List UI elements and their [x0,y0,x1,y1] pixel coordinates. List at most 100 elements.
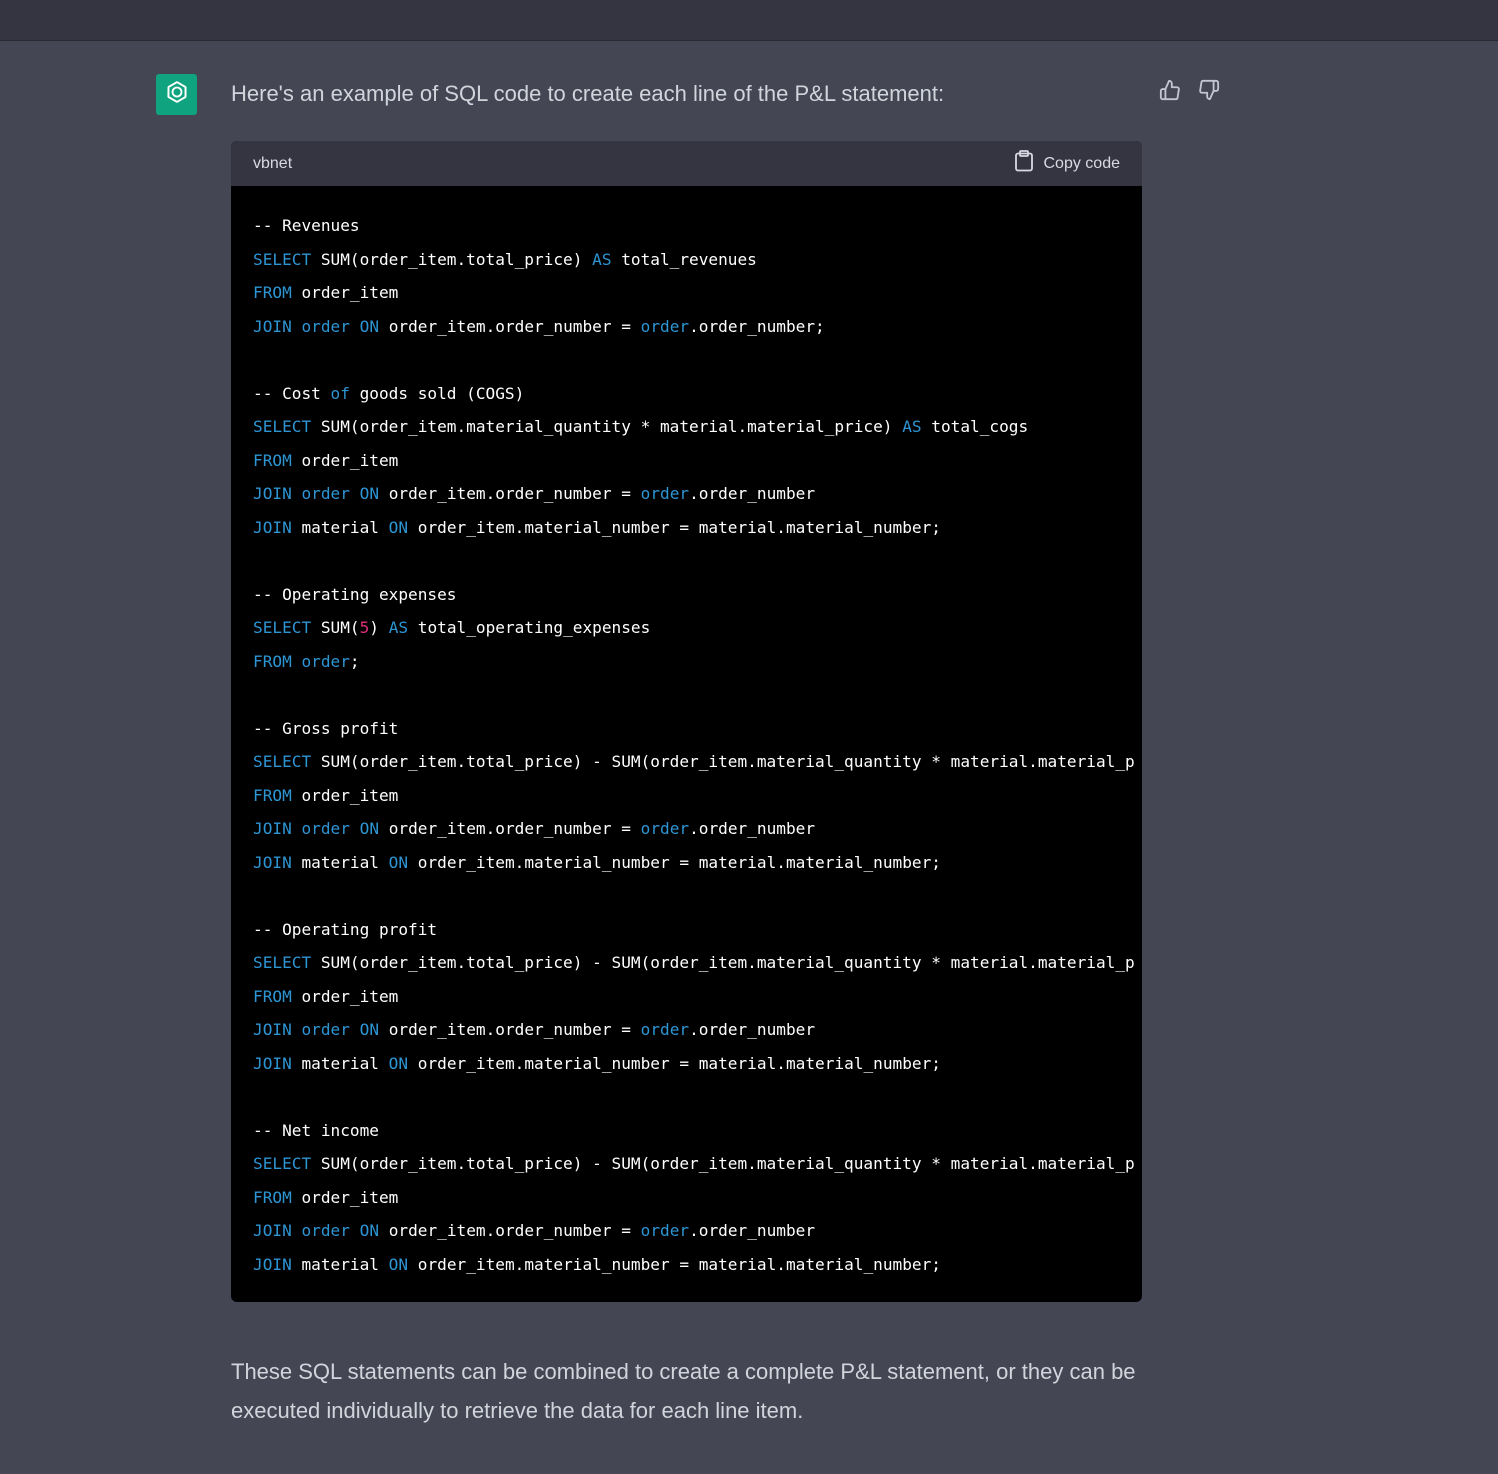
code-line: JOIN order ON order_item.order_number = … [253,812,1142,846]
code-token: order_item [291,986,399,1006]
code-keyword: order [640,1020,690,1039]
code-keyword: SELECT [253,752,312,771]
code-line: JOIN material ON order_item.material_num… [253,1248,1142,1282]
thumbs-up-icon [1159,79,1181,106]
code-token: order_item [291,785,399,805]
code-keyword: JOIN [253,517,292,537]
code-token: .order_number [689,484,816,503]
code-keyword: FROM [253,785,292,805]
code-token: material [291,1254,389,1274]
code-keyword: ON [359,484,380,503]
code-keyword: of [330,383,350,403]
code-block-header: vbnet Copy code [231,141,1142,186]
code-token: .order_number [689,1020,816,1039]
openai-logo-icon [163,78,191,111]
code-line: -- Net income [253,1114,1142,1148]
message-intro: Here's an example of SQL code to create … [231,81,945,106]
code-line: FROM order; [253,645,1142,679]
code-keyword: ON [359,819,380,838]
code-token: order_item.order_number = [379,316,641,336]
code-token: -- Cost [253,383,331,403]
code-keyword: AS [902,417,922,436]
copy-code-button[interactable]: Copy code [1014,150,1121,177]
code-block: vbnet Copy code -- Revenues SELECT SUM(or… [231,141,1142,1302]
code-token: goods sold (COGS) [349,383,525,403]
code-keyword: AS [592,249,612,269]
code-keyword: order [640,819,690,838]
code-token: order_item [291,450,399,470]
code-token: material [291,852,389,872]
code-keyword: SELECT [253,1154,312,1173]
code-keyword: JOIN [253,852,292,872]
code-line: -- Gross profit [253,712,1142,746]
code-line: JOIN order ON order_item.order_number = … [253,310,1142,344]
code-line: JOIN material ON order_item.material_num… [253,846,1142,880]
code-keyword: JOIN [253,1254,292,1274]
code-keyword: SELECT [253,417,312,436]
code-keyword: order [301,1221,350,1240]
code-keyword: JOIN [253,1221,292,1240]
code-keyword: SELECT [253,953,312,972]
code-keyword: order [301,484,350,503]
code-line: SELECT SUM(order_item.total_price) - SUM… [253,1147,1142,1181]
code-language-label: vbnet [253,154,293,172]
code-line: SELECT SUM(order_item.material_quantity … [253,410,1142,444]
code-line: -- Revenues [253,209,1142,243]
code-keyword: ON [388,1053,409,1073]
code-keyword: ON [359,1020,380,1039]
code-token: order_item.material_number = material.ma… [408,1053,941,1073]
code-keyword: FROM [253,986,292,1006]
code-token: material [291,1053,389,1073]
code-keyword: order [301,316,350,336]
code-token: SUM(order_item.total_price) - SUM(order_… [311,953,1135,972]
code-line: -- Operating expenses [253,578,1142,612]
code-token: total_operating_expenses [408,618,651,637]
code-keyword: FROM [253,283,292,302]
code-keyword: order [301,1020,350,1039]
code-token: ) [369,618,389,637]
code-token: order_item.material_number = material.ma… [408,852,941,872]
code-line: FROM order_item [253,276,1142,310]
code-token: order_item.order_number = [379,1020,641,1039]
assistant-avatar [156,74,197,115]
clipboard-icon [1014,150,1034,177]
code-line: SELECT SUM(order_item.total_price) - SUM… [253,946,1142,980]
code-line: SELECT SUM(5) AS total_operating_expense… [253,611,1142,645]
copy-code-label: Copy code [1043,154,1121,172]
code-token: order_item.order_number = [379,819,641,838]
thumbs-down-button[interactable] [1195,78,1223,106]
code-token: SUM(order_item.total_price) [311,249,593,269]
code-keyword: SELECT [253,249,312,269]
code-keyword: SELECT [253,618,312,637]
code-token: -- Revenues [253,216,360,235]
code-keyword: JOIN [253,819,292,838]
code-token: .order_number; [689,316,825,336]
code-number: 5 [359,618,370,637]
code-line: SELECT SUM(order_item.total_price) AS to… [253,243,1142,277]
code-line: FROM order_item [253,779,1142,813]
code-token: SUM(order_item.total_price) - SUM(order_… [311,1154,1135,1173]
code-token: ; [349,651,360,671]
code-keyword: order [640,316,690,336]
code-line: JOIN order ON order_item.order_number = … [253,477,1142,511]
thumbs-up-button[interactable] [1156,78,1184,106]
code-keyword: JOIN [253,1053,292,1073]
code-keyword: ON [388,1254,409,1274]
code-token: total_cogs [921,417,1029,436]
code-token: -- Operating profit [253,919,438,939]
code-line: JOIN material ON order_item.material_num… [253,511,1142,545]
code-keyword: AS [388,618,409,637]
code-token: -- Net income [253,1120,379,1140]
